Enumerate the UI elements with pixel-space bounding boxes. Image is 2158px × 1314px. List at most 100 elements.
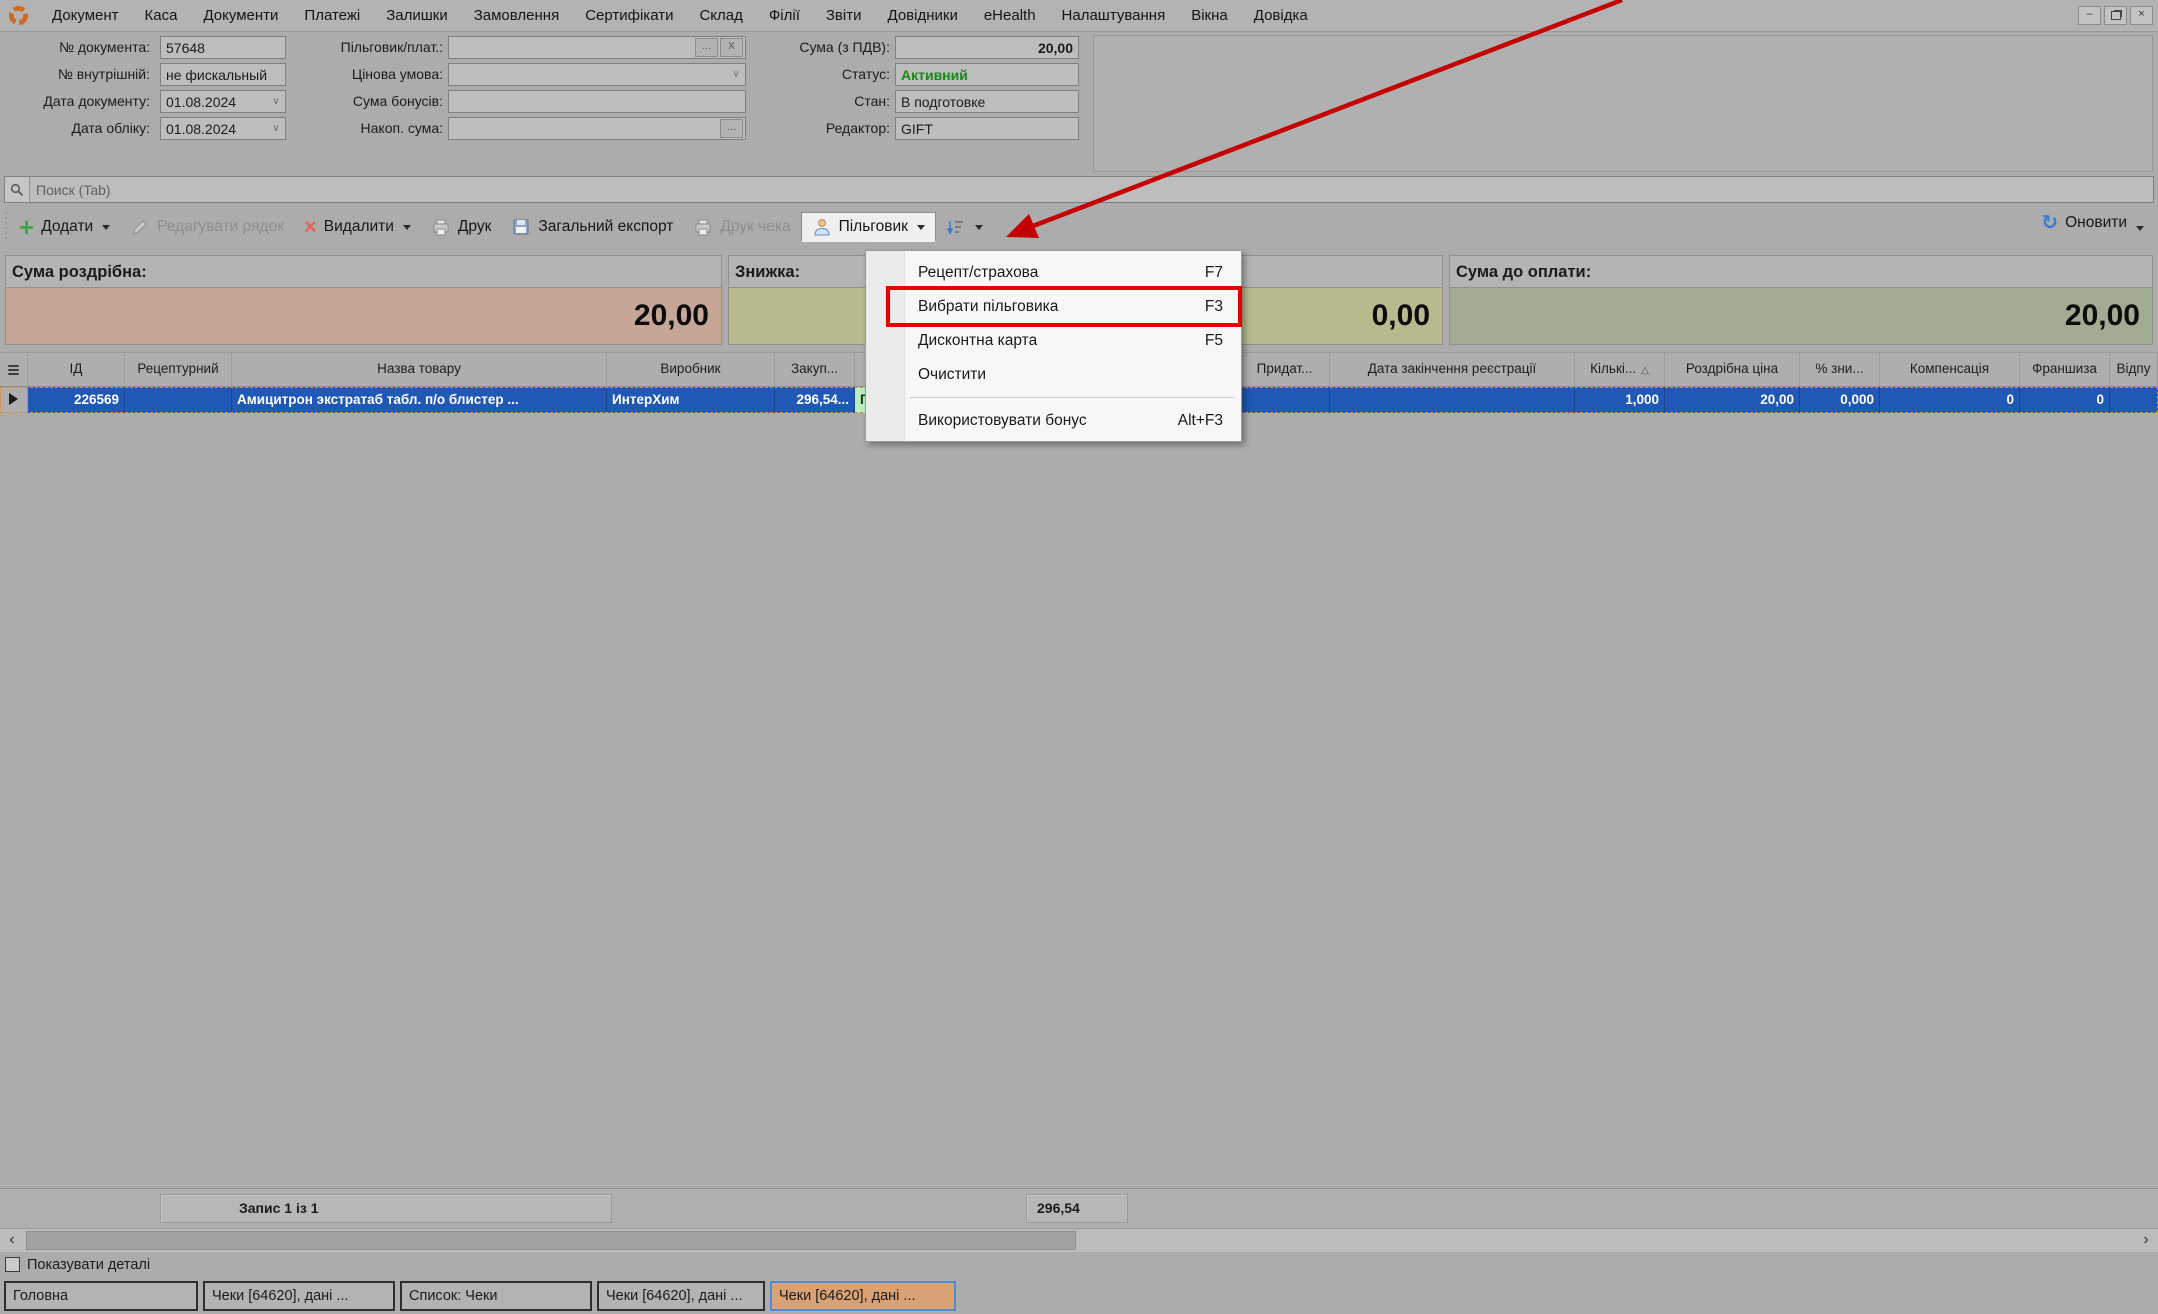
toolbar-button-label: Редагувати рядок [157,218,284,235]
toolbar-button-label: Друк чека [720,218,791,235]
search-icon[interactable] [5,177,30,202]
field-label: Сума (з ПДВ): [799,39,890,55]
field-value: Активний [901,66,968,83]
column-header-Франшиза[interactable]: Франшиза [2020,353,2110,386]
menubar-item-9[interactable]: Філії [756,1,813,31]
chevron-down-icon[interactable] [2136,225,2144,231]
toolbar-button-друк[interactable]: Друк [421,213,501,241]
refresh-label: Оновити [2065,214,2127,231]
field-label: Статус: [841,66,890,82]
search-input[interactable]: Поиск (Tab) [30,182,111,198]
row-cell-14[interactable]: 0 [2020,387,2110,413]
menubar-item-3[interactable]: Документи [190,1,291,31]
field-редактор-[interactable]: GIFT [895,117,1079,140]
row-marker-cell[interactable] [0,387,28,413]
menu-item-рецепт-страхова[interactable]: Рецепт/страхова F7 [866,256,1241,290]
pencil-icon [130,217,150,237]
field-label: Редактор: [825,120,890,136]
delete-x-icon: × [303,214,317,239]
tab-4[interactable]: Чеки [64620], дані ... [597,1281,765,1311]
menubar-item-14[interactable]: Вікна [1178,1,1241,31]
toolbar-button-пільговик[interactable]: Пільговик [800,212,936,242]
show-details-checkbox[interactable] [5,1257,20,1272]
toolbar-button-додати[interactable]: + Додати [9,214,120,240]
column-header-Компенсація[interactable]: Компенсація [1880,353,2020,386]
row-cell-11[interactable]: 20,00 [1665,387,1800,413]
scroll-left-icon[interactable]: ‹ [2,1231,22,1250]
tab-5-active[interactable]: Чеки [64620], дані ... [770,1281,956,1311]
menu-item-дисконтна-карта[interactable]: Дисконтна карта F5 [866,324,1241,358]
toolbar-button-видалити[interactable]: × Видалити [294,214,421,240]
row-cell-9[interactable] [1330,387,1575,413]
menubar-item-13[interactable]: Налаштування [1049,1,1179,31]
tab-2[interactable]: Чеки [64620], дані ... [203,1281,395,1311]
column-header-marker[interactable] [0,353,28,386]
toolbar-button-sort-icon[interactable] [936,213,993,241]
toolbar-button-загальний-експорт[interactable]: Загальний експорт [501,213,683,241]
row-cell-3[interactable]: Амицитрон экстратаб табл. п/о блистер ..… [232,387,607,413]
field-value: GIFT [901,120,933,137]
menubar-item-5[interactable]: Залишки [373,1,461,31]
document-form: № документа: 57648 № внутрішній: не фискаль… [0,32,2158,174]
menu-item-label: Використовувати бонус [918,412,1087,429]
menu-item-очистити[interactable]: Очистити [866,358,1241,392]
restore-button[interactable] [2104,6,2127,25]
column-header-% зни...[interactable]: % зни... [1800,353,1880,386]
field-статус-[interactable]: Активний [895,63,1079,86]
toolbar: + Додати Редагувати рядок × Видалити Друк Зага… [0,206,2158,248]
app-window: Документ Каса Документи Платежі Залишки Замов… [0,0,2158,1314]
row-cell-12[interactable]: 0,000 [1800,387,1880,413]
column-header-Придат...[interactable]: Придат... [1240,353,1330,386]
scrollbar-thumb[interactable] [26,1231,1076,1250]
field-сума-з-пдв-[interactable]: 20,00 [895,36,1079,59]
menubar-item-8[interactable]: Склад [686,1,755,31]
column-header-Роздрібна ціна[interactable]: Роздрібна ціна [1665,353,1800,386]
refresh-button[interactable]: ↻ Оновити [2041,213,2144,233]
menubar-item-12[interactable]: eHealth [971,1,1049,31]
tab-1[interactable]: Головна [4,1281,198,1311]
menubar-item-2[interactable]: Каса [132,1,191,31]
tab-3[interactable]: Список: Чеки [400,1281,592,1311]
column-header-Виробник[interactable]: Виробник [607,353,775,386]
toolbar-button-друк-чека[interactable]: Друк чека [683,213,800,241]
menubar-item-10[interactable]: Звіти [813,1,875,31]
column-header-Рецептурний[interactable]: Рецептурний [125,353,232,386]
chevron-down-icon [916,224,925,230]
menu-item-використовувати-бонус[interactable]: Використовувати бонус Alt+F3 [866,404,1241,438]
row-cell-2[interactable] [125,387,232,413]
menubar-item-6[interactable]: Замовлення [461,1,572,31]
show-details-label: Показувати деталі [27,1257,151,1273]
row-cell-5[interactable]: 296,54... [775,387,855,413]
row-cell-13[interactable]: 0 [1880,387,2020,413]
column-header-Дата закінчення реєстрації[interactable]: Дата закінчення реєстрації [1330,353,1575,386]
close-button[interactable]: × [2130,6,2153,25]
menubar-item-4[interactable]: Платежі [291,1,373,31]
column-header-Назва товару[interactable]: Назва товару [232,353,607,386]
menubar-item-15[interactable]: Довідка [1241,1,1321,31]
row-cell-15[interactable] [2110,387,2158,413]
total-label: Сума до оплати: [1450,256,2152,288]
row-cell-1[interactable]: 226569 [28,387,125,413]
bottom-tabs: Головна Чеки [64620], дані ... Список: Чек… [0,1281,2158,1314]
horizontal-scrollbar[interactable]: ‹ › [0,1228,2158,1252]
menubar-item-1[interactable]: Документ [39,1,132,31]
details-row: Показувати деталі [0,1254,2158,1280]
pilgovyk-dropdown-menu: Рецепт/страхова F7 Вибрати пільговика F3 Дис… [865,250,1242,442]
column-header-Кількі...[interactable]: Кількі... △ [1575,353,1665,386]
column-header-Відпу[interactable]: Відпу [2110,353,2158,386]
toolbar-button-label: Друк [457,218,492,235]
row-cell-4[interactable]: ИнтерХим [607,387,775,413]
column-header-Закуп...[interactable]: Закуп... [775,353,855,386]
search-bar[interactable]: Поиск (Tab) [4,176,2154,203]
toolbar-button-редагувати-рядок[interactable]: Редагувати рядок [120,213,294,241]
menubar-item-7[interactable]: Сертифікати [572,1,686,31]
column-header-ІД[interactable]: ІД [28,353,125,386]
minimize-button[interactable]: – [2078,6,2101,25]
row-cell-8[interactable] [1240,387,1330,413]
menubar-item-11[interactable]: Довідники [875,1,971,31]
row-cell-10[interactable]: 1,000 [1575,387,1665,413]
menu-item-label: Очистити [918,366,987,383]
scroll-right-icon[interactable]: › [2136,1231,2156,1250]
menu-item-label: Дисконтна карта [918,332,1038,349]
field-стан-[interactable]: В подготовке [895,90,1079,113]
